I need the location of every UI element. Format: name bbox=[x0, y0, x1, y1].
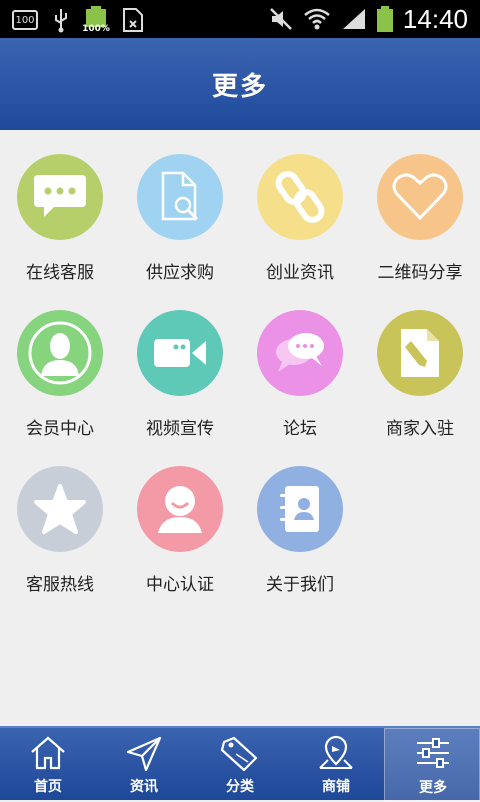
grid-item-member-center[interactable]: 会员中心 bbox=[0, 286, 120, 439]
battery-level-text: 100 bbox=[15, 14, 35, 26]
tab-shops[interactable]: 商铺 bbox=[288, 728, 384, 802]
sliders-icon bbox=[417, 738, 449, 768]
mute-icon bbox=[270, 8, 292, 30]
map-pin-icon bbox=[319, 735, 353, 769]
tab-category[interactable]: 分类 bbox=[192, 728, 288, 802]
heart-icon bbox=[377, 154, 463, 240]
edit-document-icon bbox=[377, 310, 463, 396]
grid-item-label: 论坛 bbox=[283, 419, 317, 439]
user-silhouette-icon bbox=[17, 310, 103, 396]
grid-item-label: 创业资讯 bbox=[266, 263, 334, 283]
grid-item-merchant-join[interactable]: 商家入驻 bbox=[360, 286, 480, 439]
grid-item-label: 会员中心 bbox=[26, 419, 94, 439]
grid-item-supply-demand[interactable]: 供应求购 bbox=[120, 130, 240, 283]
tab-label: 首页 bbox=[34, 779, 62, 795]
grid-item-forum[interactable]: 论坛 bbox=[240, 286, 360, 439]
contacts-book-icon bbox=[257, 466, 343, 552]
speech-bubbles-icon bbox=[257, 310, 343, 396]
grid-item-video-promo[interactable]: 视频宣传 bbox=[120, 286, 240, 439]
grid-item-center-certification[interactable]: 中心认证 bbox=[120, 442, 240, 595]
chat-bubble-icon bbox=[17, 154, 103, 240]
document-search-icon bbox=[137, 154, 223, 240]
tab-home[interactable]: 首页 bbox=[0, 728, 96, 802]
bottom-tab-bar: 首页 资讯 分类 商铺 更多 bbox=[0, 726, 480, 802]
battery-level-chip: 100 bbox=[12, 10, 38, 30]
grid-item-startup-news[interactable]: 创业资讯 bbox=[240, 130, 360, 283]
grid-item-online-service[interactable]: 在线客服 bbox=[0, 130, 120, 283]
tab-news[interactable]: 资讯 bbox=[96, 728, 192, 802]
paper-plane-icon bbox=[126, 736, 162, 772]
tab-more[interactable]: 更多 bbox=[384, 728, 480, 802]
star-icon bbox=[17, 466, 103, 552]
home-icon bbox=[31, 736, 65, 770]
tab-label: 商铺 bbox=[322, 779, 350, 795]
tab-label: 资讯 bbox=[130, 779, 158, 795]
grid-item-about-us[interactable]: 关于我们 bbox=[240, 442, 360, 595]
clock: 14:40 bbox=[402, 4, 468, 34]
sale-tag-icon bbox=[220, 736, 258, 772]
page-title: 更多 bbox=[211, 71, 268, 102]
grid-item-label: 中心认证 bbox=[146, 575, 214, 595]
tab-label: 更多 bbox=[419, 780, 447, 796]
status-bar: 100 100% 14:40 bbox=[0, 0, 480, 38]
tab-label: 分类 bbox=[226, 779, 254, 795]
battery-full-icon bbox=[376, 6, 393, 32]
battery-icon: 100% bbox=[82, 6, 110, 34]
battery-percent: 100% bbox=[82, 24, 110, 34]
wifi-icon bbox=[304, 8, 330, 30]
video-camera-icon bbox=[137, 310, 223, 396]
grid-item-label: 客服热线 bbox=[26, 575, 94, 595]
grid-item-label: 供应求购 bbox=[146, 263, 214, 283]
grid-item-label: 在线客服 bbox=[26, 263, 94, 283]
grid-item-service-hotline[interactable]: 客服热线 bbox=[0, 442, 120, 595]
usb-icon bbox=[55, 9, 67, 33]
grid-item-label: 关于我们 bbox=[266, 575, 334, 595]
grid-item-label: 二维码分享 bbox=[377, 263, 463, 283]
signal-icon bbox=[342, 9, 365, 29]
link-icon bbox=[257, 154, 343, 240]
smile-user-icon bbox=[137, 466, 223, 552]
grid-item-qr-share[interactable]: 二维码分享 bbox=[360, 130, 480, 283]
grid-item-label: 商家入驻 bbox=[386, 419, 454, 439]
grid-item-label: 视频宣传 bbox=[146, 419, 214, 439]
sim-icon bbox=[123, 8, 143, 32]
title-bar: 更多 bbox=[0, 38, 480, 130]
